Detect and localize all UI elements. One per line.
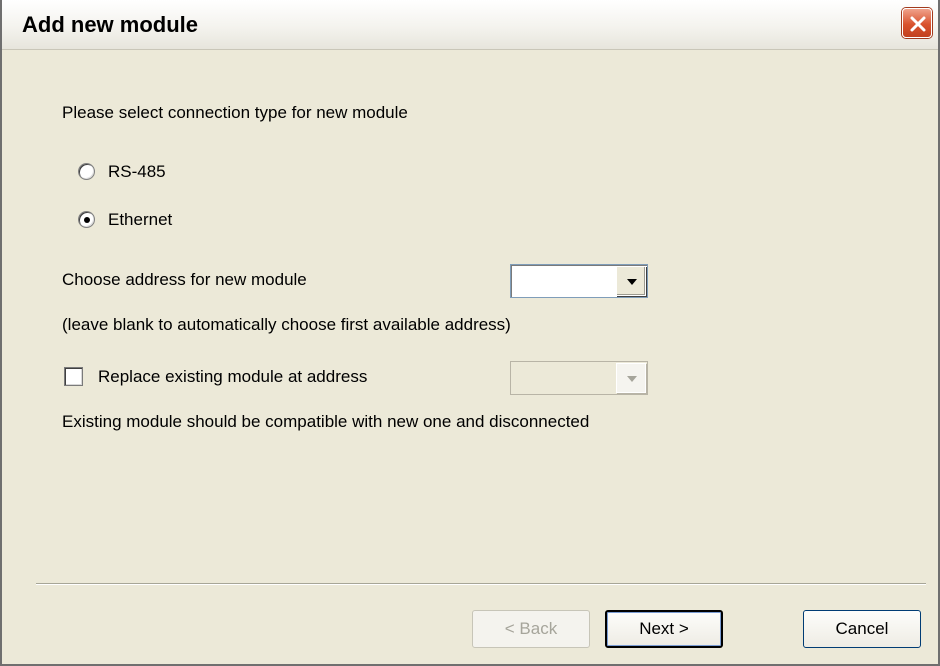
add-new-module-dialog: Add new module Please select connection … xyxy=(0,0,940,666)
replace-existing-label[interactable]: Replace existing module at address xyxy=(98,367,367,387)
title-bar[interactable]: Add new module xyxy=(2,0,938,50)
close-button[interactable] xyxy=(902,8,932,38)
connection-type-prompt: Please select connection type for new mo… xyxy=(62,103,408,122)
address-hint: (leave blank to automatically choose fir… xyxy=(62,315,511,334)
replace-address-dropdown xyxy=(510,361,648,395)
radio-rs485-label[interactable]: RS-485 xyxy=(108,162,166,182)
radio-selected-dot xyxy=(84,217,90,223)
chevron-down-icon xyxy=(627,279,637,285)
chevron-down-icon xyxy=(627,376,637,382)
close-icon xyxy=(910,16,926,32)
back-button[interactable]: < Back xyxy=(472,610,590,648)
radio-ethernet-label[interactable]: Ethernet xyxy=(108,210,172,230)
address-dropdown[interactable] xyxy=(510,264,648,298)
address-dropdown-button[interactable] xyxy=(616,266,646,296)
replace-existing-checkbox[interactable] xyxy=(64,367,83,386)
cancel-button[interactable]: Cancel xyxy=(803,610,921,648)
address-label: Choose address for new module xyxy=(62,270,307,289)
window-title: Add new module xyxy=(22,12,198,37)
replace-address-dropdown-button xyxy=(616,363,646,393)
next-button[interactable]: Next > xyxy=(605,610,723,648)
radio-rs485[interactable] xyxy=(78,163,95,180)
compatibility-note: Existing module should be compatible wit… xyxy=(62,412,590,431)
radio-ethernet[interactable] xyxy=(78,211,95,228)
footer-divider xyxy=(36,583,926,585)
